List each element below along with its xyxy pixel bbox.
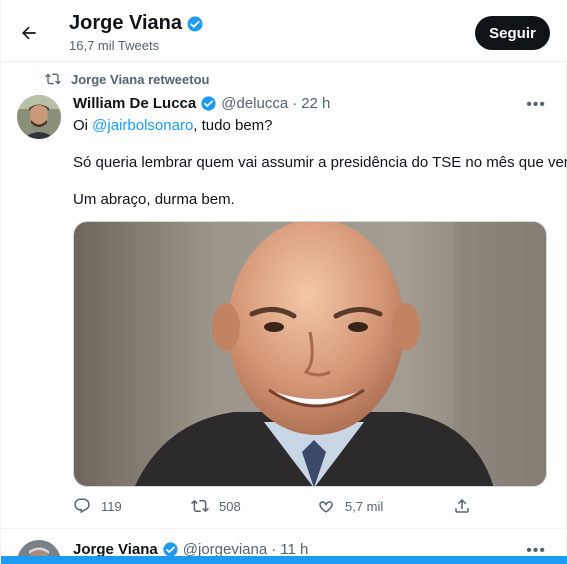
share-icon: [455, 498, 469, 513]
tweet-count: 16,7 mil Tweets: [69, 38, 160, 53]
back-arrow-icon: [22, 26, 36, 40]
greeting-suffix: , tudo bem?: [193, 117, 273, 134]
share-button[interactable]: [453, 497, 471, 515]
reply-button[interactable]: 119: [73, 497, 122, 515]
tweet-text-line-3: Um abraço, durma bem.: [73, 191, 235, 208]
reply-count: 119: [101, 498, 122, 514]
mention-link[interactable]: @jairbolsonaro: [92, 117, 193, 134]
back-button[interactable]: [13, 17, 45, 49]
header-title-row: Jorge Viana: [69, 12, 204, 35]
like-icon: [319, 501, 333, 513]
retweet-context: Jorge Viana retweetou: [45, 71, 209, 87]
like-button[interactable]: 5,7 mil: [317, 497, 383, 515]
avatar-image: [17, 95, 61, 139]
tweet-actions: 119 508 5,7 mil: [73, 497, 493, 519]
retweet-icon: [45, 73, 61, 85]
tweet-divider: [1, 528, 567, 529]
profile-header: Jorge Viana 16,7 mil Tweets Seguir: [1, 0, 567, 62]
author-name[interactable]: William De Lucca: [73, 95, 196, 112]
author-handle[interactable]: @delucca: [221, 95, 288, 112]
tweet-text-line-2: Só queria lembrar quem vai assumir a pre…: [73, 154, 567, 171]
tweet-time[interactable]: 22 h: [301, 95, 330, 112]
retweet-count: 508: [219, 498, 241, 514]
retweet-icon: [191, 499, 209, 513]
meta-separator: ·: [292, 95, 298, 112]
more-icon[interactable]: •••: [526, 96, 546, 114]
reply-icon: [74, 498, 90, 514]
tweet-author-row: William De Lucca @delucca · 22 h: [73, 95, 330, 112]
photo-image: [74, 222, 546, 486]
follow-button[interactable]: Seguir: [475, 16, 550, 50]
retweet-button[interactable]: 508: [191, 497, 241, 515]
avatar[interactable]: [17, 95, 61, 139]
like-count: 5,7 mil: [345, 498, 384, 514]
greeting-text: Oi: [73, 117, 93, 134]
tweet-text-line-1: Oi @jairbolsonaro, tudo bem?: [73, 117, 273, 134]
tweet-photo[interactable]: [73, 221, 547, 487]
verified-badge-icon: [187, 16, 203, 31]
bottom-bar: [1, 556, 567, 564]
retweeted-by-label: Jorge Viana retweetou: [71, 71, 210, 87]
verified-badge-icon: [201, 96, 216, 111]
timeline-column: Jorge Viana 16,7 mil Tweets Seguir Jorge…: [0, 0, 567, 564]
page-title: Jorge Viana: [69, 12, 183, 34]
